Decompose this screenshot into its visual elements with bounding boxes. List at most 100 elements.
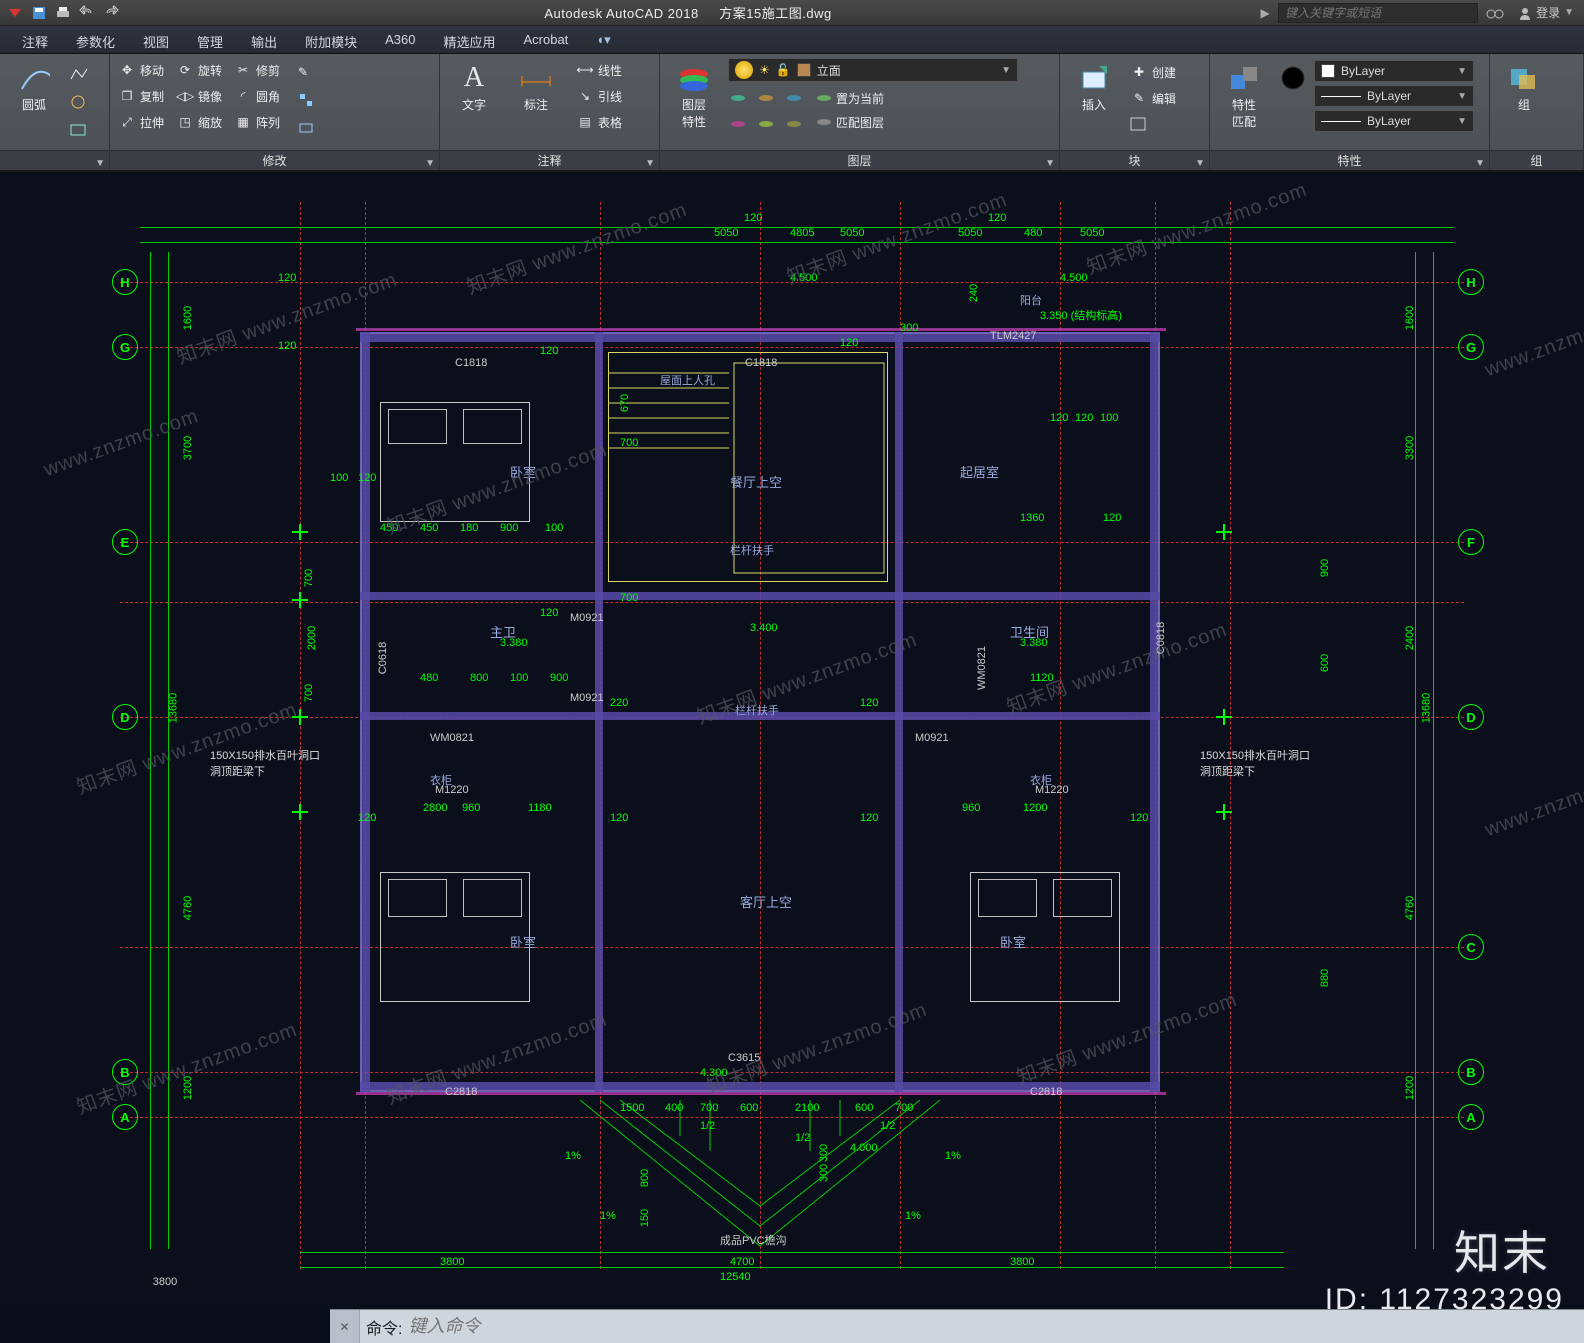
dim-value: 1% [565,1150,581,1162]
erase-icon[interactable]: ✎ [296,60,316,84]
ribbon-tab-strip: 注释 参数化 视图 管理 输出 附加模块 A360 精选应用 Acrobat ◖… [0,26,1584,54]
rotate-tool[interactable]: ⟳旋转 [174,58,224,82]
panel-properties-title[interactable]: 特性▼ [1210,150,1489,170]
app-menu-button[interactable] [4,2,26,24]
dim-value: 1% [600,1210,616,1222]
text-tool[interactable]: A 文字 [446,58,502,148]
layer-btn-2[interactable] [756,86,776,110]
dim-value: 1120 [1030,672,1054,684]
leader-tool[interactable]: ↘引线 [574,84,624,108]
grid-bubble: A [112,1104,138,1130]
command-input[interactable] [408,1315,1584,1339]
layer-btn-6[interactable] [784,112,804,136]
panel-modify-title[interactable]: 修改▼ [110,150,439,170]
app-name: Autodesk AutoCAD 2018 [544,6,698,21]
grid-bubble: H [112,269,138,295]
tab-view[interactable]: 视图 [129,26,183,53]
tab-addins[interactable]: 附加模块 [291,26,371,53]
dim-value: 120 [744,212,762,224]
linetype-control[interactable]: ByLayer▼ [1314,110,1474,132]
leader-icon: ↘ [576,87,594,105]
color-control[interactable]: ByLayer▼ [1314,60,1474,82]
dimension-tool[interactable]: 标注 [508,58,564,148]
layer-btn-4[interactable] [728,112,748,136]
color-wheel-tool[interactable] [1278,58,1308,148]
create-block-tool[interactable]: ✚创建 [1128,60,1178,84]
array-tool[interactable]: ▦阵列 [232,110,282,134]
explode-icon[interactable] [296,88,316,112]
arc-tool[interactable]: 圆弧 [6,58,62,148]
tab-annotate[interactable]: 注释 [8,26,62,53]
freeze-icon: ☀ [759,63,770,77]
match-layer-tool[interactable]: 匹配图层 [814,110,886,134]
match-properties-tool[interactable]: 特性 匹配 [1216,58,1272,148]
layer-properties-tool[interactable]: 图层 特性 [666,58,722,148]
search-binoc-icon[interactable] [1484,2,1506,24]
linear-dim-tool[interactable]: ⟷线性 [574,58,624,82]
layer-btn-3[interactable] [784,86,804,110]
tab-featured[interactable]: 精选应用 [429,26,509,53]
panel-draw: 圆弧 ▼ [0,54,110,170]
current-layer-selector[interactable]: ☀ 🔓 立面 ▼ [728,58,1018,82]
window-tag: C0818 [1155,622,1167,654]
block-attr-icon[interactable] [1128,112,1178,136]
fillet-tool[interactable]: ◜圆角 [232,84,282,108]
stretch-tool[interactable]: ⤢拉伸 [116,110,166,134]
layer-btn-1[interactable] [728,86,748,110]
layer-btn-5[interactable] [756,112,776,136]
tab-output[interactable]: 输出 [237,26,291,53]
save-icon[interactable] [28,2,50,24]
window-tag: C0618 [377,642,389,674]
dim-value: 3300 [1404,436,1416,460]
panel-group-title[interactable]: 组 [1490,150,1583,170]
rectangle-icon[interactable] [68,118,90,142]
dim-value: 2000 [306,626,318,650]
move-tool[interactable]: ✥移动 [116,58,166,82]
circle-icon[interactable] [68,90,90,114]
copy-tool[interactable]: ❐复制 [116,84,166,108]
undo-icon[interactable] [76,2,98,24]
tab-overflow-icon[interactable]: ◖▾ [582,26,624,53]
table-tool[interactable]: ▤表格 [574,110,624,134]
lineweight-control[interactable]: ByLayer▼ [1314,85,1474,107]
offset-icon[interactable] [296,116,316,140]
room-label: 栏杆扶手 [735,702,779,718]
group-tool[interactable]: 组 [1496,58,1552,148]
redo-icon[interactable] [100,2,122,24]
watermark: www.znzmo.com [1482,765,1584,842]
help-arrow-icon[interactable]: ▶ [1254,2,1276,24]
edit-block-tool[interactable]: ✎编辑 [1128,86,1178,110]
panel-block-title[interactable]: 块▼ [1060,150,1209,170]
panel-layers-title[interactable]: 图层▼ [660,150,1059,170]
tab-parametric[interactable]: 参数化 [62,26,129,53]
dimension-icon [520,62,552,94]
sign-in-button[interactable]: 登录 ▼ [1512,4,1580,21]
dim-segment: 3800 [0,1275,330,1303]
print-icon[interactable] [52,2,74,24]
panel-draw-title[interactable]: ▼ [0,150,109,170]
panel-annotation-title[interactable]: 注释▼ [440,150,659,170]
tab-acrobat[interactable]: Acrobat [509,26,582,53]
command-handle-icon[interactable]: ✕ [330,1310,360,1343]
axis-endpoint [292,592,308,608]
trim-tool[interactable]: ✂修剪 [232,58,282,82]
search-input[interactable] [1278,3,1478,23]
tab-manage[interactable]: 管理 [183,26,237,53]
dim-value: 1180 [528,802,552,814]
polyline-icon[interactable] [68,62,90,86]
door-tag: WM0821 [430,732,474,744]
scale-tool[interactable]: ◳缩放 [174,110,224,134]
array-icon: ▦ [234,113,252,131]
document-filename: 方案15施工图.dwg [719,6,831,21]
drawing-canvas[interactable]: H G E D B A H G F D C B A [0,172,1584,1309]
tab-a360[interactable]: A360 [371,26,429,53]
insert-block-tool[interactable]: 插入 [1066,58,1122,148]
make-current-tool[interactable]: 置为当前 [814,86,886,110]
watermark: www.znzmo.com [41,405,202,482]
group-icon [1508,62,1540,94]
dim-value: 1360 [1020,512,1044,524]
mirror-tool[interactable]: ◁▷镜像 [174,84,224,108]
dim-value: 120 [278,272,296,284]
door-tag: M0921 [570,692,604,704]
room-label: 卧室 [510,932,536,951]
